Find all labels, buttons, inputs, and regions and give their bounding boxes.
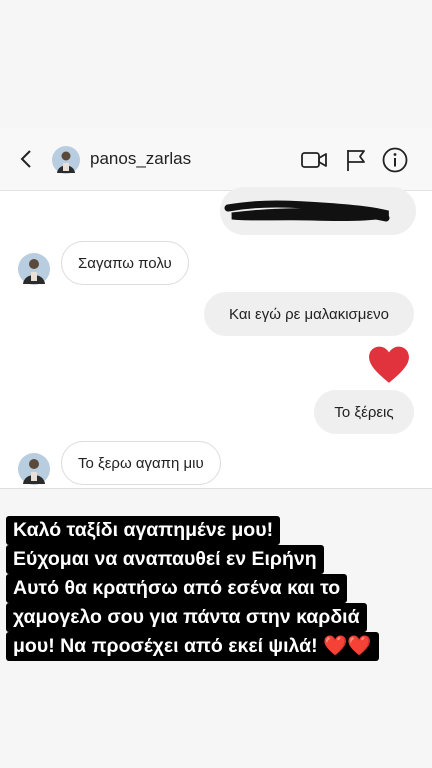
avatar[interactable] (18, 453, 50, 485)
message-text: Το ξερω αγαπη μιυ (78, 454, 204, 472)
message-text: Το ξέρεις (334, 403, 394, 421)
message-bubble-outgoing-redacted[interactable] (220, 187, 416, 235)
hearts-emoji: ❤️❤️ (323, 635, 372, 657)
info-icon[interactable] (382, 147, 408, 173)
message-text: Και εγώ ρε μαλακισμενο (229, 305, 389, 323)
flag-icon[interactable] (342, 146, 370, 174)
message-text: Σαγαπω πολυ (78, 254, 172, 272)
scribble-redaction (224, 200, 390, 222)
message-bubble-incoming[interactable]: Το ξερω αγαπη μιυ (61, 441, 221, 485)
back-chevron-icon[interactable] (16, 148, 38, 170)
video-camera-icon[interactable] (300, 146, 328, 174)
caption-line: Καλό ταξίδι αγαπημένε μου! (6, 516, 281, 545)
caption-line: Εύχομαι να αναπαυθεί εν Ειρήνη (6, 545, 324, 574)
avatar[interactable] (18, 253, 50, 285)
caption-line: μου! Να προσέχει από εκεί ψιλά! (13, 635, 318, 657)
chat-header: panos_zarlas (0, 128, 432, 191)
caption-line: χαμογελο σου για πάντα στην καρδιά (6, 603, 367, 632)
story-caption: Καλό ταξίδι αγαπημένε μου! Εύχομαι να αν… (6, 516, 430, 661)
message-thread[interactable]: Σαγαπω πολυ Και εγώ ρε μαλακισμενο Το ξέ… (0, 187, 432, 489)
message-bubble-outgoing[interactable]: Το ξέρεις (314, 390, 414, 434)
avatar[interactable] (52, 146, 80, 174)
message-bubble-outgoing[interactable]: Και εγώ ρε μαλακισμενο (204, 292, 414, 336)
caption-line-last: μου! Να προσέχει από εκεί ψιλά! ❤️❤️ (6, 632, 379, 661)
caption-line: Αυτό θα κρατήσω από εσένα και το (6, 574, 348, 603)
message-bubble-incoming[interactable]: Σαγαπω πολυ (61, 241, 189, 285)
username[interactable]: panos_zarlas (90, 149, 191, 169)
heart-icon[interactable] (368, 346, 410, 384)
